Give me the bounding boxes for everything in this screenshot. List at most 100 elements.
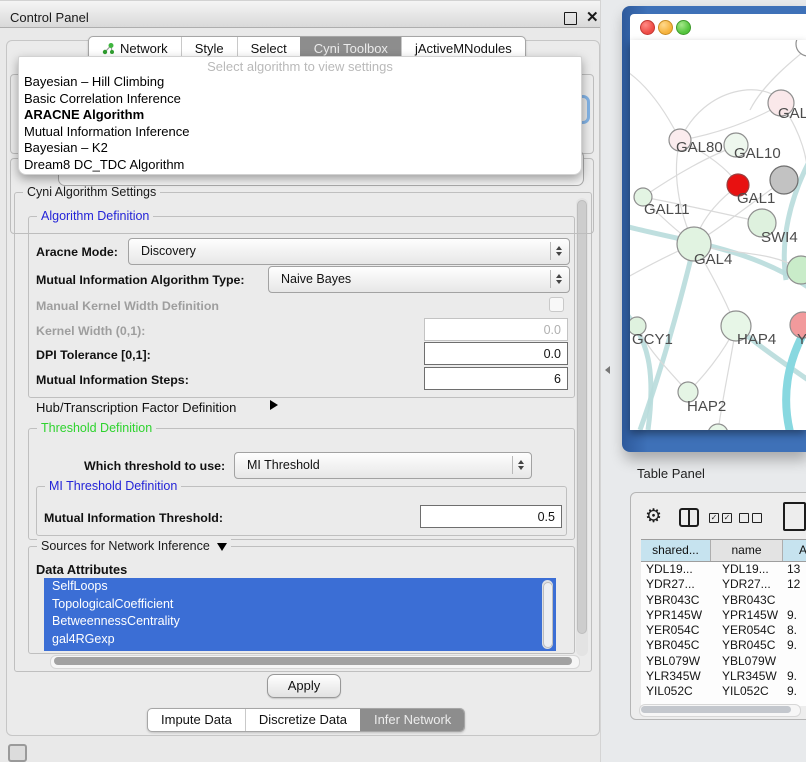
table-row[interactable]: YER054CYER054C8. (641, 623, 806, 638)
node-table: shared...nameA YDL19...YDL19...13YDR27..… (641, 539, 806, 706)
mi-threshold-input[interactable] (420, 505, 562, 528)
node-label: GAL80 (676, 139, 723, 156)
table-cell: 9. (783, 669, 806, 684)
checkbox-checked-icon: ✓ (709, 513, 719, 523)
mi-steps-input[interactable] (424, 367, 568, 390)
close-button[interactable] (640, 20, 655, 35)
aracne-mode-combo[interactable]: Discovery (128, 238, 570, 265)
expand-right-icon[interactable] (270, 400, 278, 410)
table-row[interactable]: YLR345WYLR345W9. (641, 669, 806, 684)
document-icon[interactable] (783, 502, 806, 531)
tab-impute-data[interactable]: Impute Data (148, 709, 245, 731)
hub-section-label[interactable]: Hub/Transcription Factor Definition (36, 400, 236, 415)
node-label: GAL11 (644, 201, 690, 218)
stepper-arrows-icon (512, 456, 528, 474)
attributes-scrollbar-thumb[interactable] (543, 582, 553, 648)
algorithm-option[interactable]: Mutual Information Inference (19, 124, 581, 141)
zoom-button[interactable] (676, 20, 691, 35)
tab-discretize-data[interactable]: Discretize Data (245, 709, 360, 731)
which-threshold-label: Which threshold to use: (84, 459, 225, 473)
settings-scrollbar-thumb[interactable] (577, 200, 587, 634)
table-cell: YDR27... (711, 577, 783, 592)
checked-pair-icon[interactable]: ✓ ✓ (709, 513, 732, 523)
manual-kernel-label: Manual Kernel Width Definition (36, 299, 219, 313)
table-hscrollbar-thumb[interactable] (641, 706, 791, 713)
table-cell (783, 654, 806, 669)
algorithm-option[interactable]: ARACNE Algorithm (19, 107, 581, 124)
table-cell: YPR145W (641, 608, 711, 623)
node-label: Y (797, 331, 806, 348)
table-cell: YDL19... (641, 562, 711, 577)
checkbox-checked-icon: ✓ (722, 513, 732, 523)
network-window: GALGAL80GAL10GAL1GAL11SWI4GAL4GCY1HAP4YH… (622, 6, 806, 452)
table-cell: YER054C (641, 623, 711, 638)
table-cell: YDL19... (711, 562, 783, 577)
unchecked-pair-icon[interactable] (739, 513, 762, 523)
mi-type-combo[interactable]: Naive Bayes (268, 266, 570, 293)
node-label: GAL1 (737, 190, 775, 207)
table-cell: 12 (783, 577, 806, 592)
table-cell: YIL052C (641, 684, 711, 699)
table-row[interactable]: YDR27...YDR27...12 (641, 577, 806, 592)
sources-group-title[interactable]: Sources for Network Inference (37, 539, 231, 553)
algorithm-option[interactable]: Dream8 DC_TDC Algorithm (19, 157, 581, 174)
network-node[interactable] (708, 424, 728, 430)
tab-label: Discretize Data (259, 709, 347, 731)
table-row[interactable]: YDL19...YDL19...13 (641, 562, 806, 577)
attribute-item[interactable]: TopologicalCoefficient (44, 596, 556, 614)
network-window-titlebar[interactable] (630, 14, 806, 40)
aracne-mode-value: Discovery (141, 239, 196, 263)
table-cell: YBR045C (711, 638, 783, 653)
tab-infer-network[interactable]: Infer Network (360, 709, 464, 731)
table-row[interactable]: YBR045CYBR045C9. (641, 638, 806, 653)
column-header[interactable]: name (711, 540, 783, 561)
minimize-button[interactable] (658, 20, 673, 35)
table-cell (783, 593, 806, 608)
attribute-item[interactable]: BetweennessCentrality (44, 613, 556, 631)
collapse-down-icon[interactable] (217, 543, 227, 551)
mi-type-value: Naive Bayes (281, 267, 351, 291)
table-cell: YLR345W (711, 669, 783, 684)
splitter-collapse-icon[interactable] (605, 366, 610, 374)
table-cell: YIL052C (711, 684, 783, 699)
mi-steps-label: Mutual Information Steps: (36, 373, 189, 387)
node-label: GAL10 (734, 145, 781, 162)
algorithm-option[interactable]: Basic Correlation Inference (19, 91, 581, 108)
manual-kernel-checkbox (549, 297, 564, 312)
node-label: SWI4 (761, 229, 798, 246)
settings-hscrollbar-thumb[interactable] (54, 657, 572, 665)
attribute-item[interactable]: gal4RGexp (44, 631, 556, 649)
control-panel-titlebar: Control Panel ✕ (0, 0, 604, 28)
column-header[interactable]: shared... (641, 540, 711, 561)
table-row[interactable]: YIL052CYIL052C9. (641, 684, 806, 699)
table-cell: 8. (783, 623, 806, 638)
node-label: GAL4 (694, 251, 732, 268)
table-row[interactable]: YBL079WYBL079W (641, 654, 806, 669)
float-button[interactable] (564, 12, 577, 25)
which-threshold-combo[interactable]: MI Threshold (234, 452, 532, 479)
table-row[interactable]: YPR145WYPR145W9. (641, 608, 806, 623)
algorithm-option[interactable]: Bayesian – Hill Climbing (19, 74, 581, 91)
table-cell: YBR043C (641, 593, 711, 608)
gear-icon[interactable]: ⚙ (645, 505, 662, 528)
which-threshold-value: MI Threshold (247, 453, 320, 477)
network-node[interactable] (796, 40, 806, 56)
close-icon[interactable]: ✕ (586, 8, 599, 26)
apply-button[interactable]: Apply (267, 674, 341, 698)
dock-mini-icon[interactable] (8, 744, 27, 762)
network-node[interactable] (787, 256, 806, 284)
table-cell: YBL079W (711, 654, 783, 669)
column-split-icon[interactable] (679, 508, 699, 527)
dpi-tolerance-input[interactable] (424, 342, 568, 365)
column-header[interactable]: A (783, 540, 806, 561)
network-icon (102, 42, 115, 55)
network-canvas[interactable]: GALGAL80GAL10GAL1GAL11SWI4GAL4GCY1HAP4YH… (630, 40, 806, 430)
algorithm-option[interactable]: Bayesian – K2 (19, 140, 581, 157)
sources-title-text: Sources for Network Inference (41, 539, 210, 553)
table-cell: YBR043C (711, 593, 783, 608)
table-body: YDL19...YDL19...13YDR27...YDR27...12YBR0… (641, 562, 806, 706)
node-label: HAP2 (687, 398, 726, 415)
table-row[interactable]: YBR043CYBR043C (641, 593, 806, 608)
node-label: GAL (778, 105, 806, 122)
attribute-item[interactable]: SelfLoops (44, 578, 556, 596)
